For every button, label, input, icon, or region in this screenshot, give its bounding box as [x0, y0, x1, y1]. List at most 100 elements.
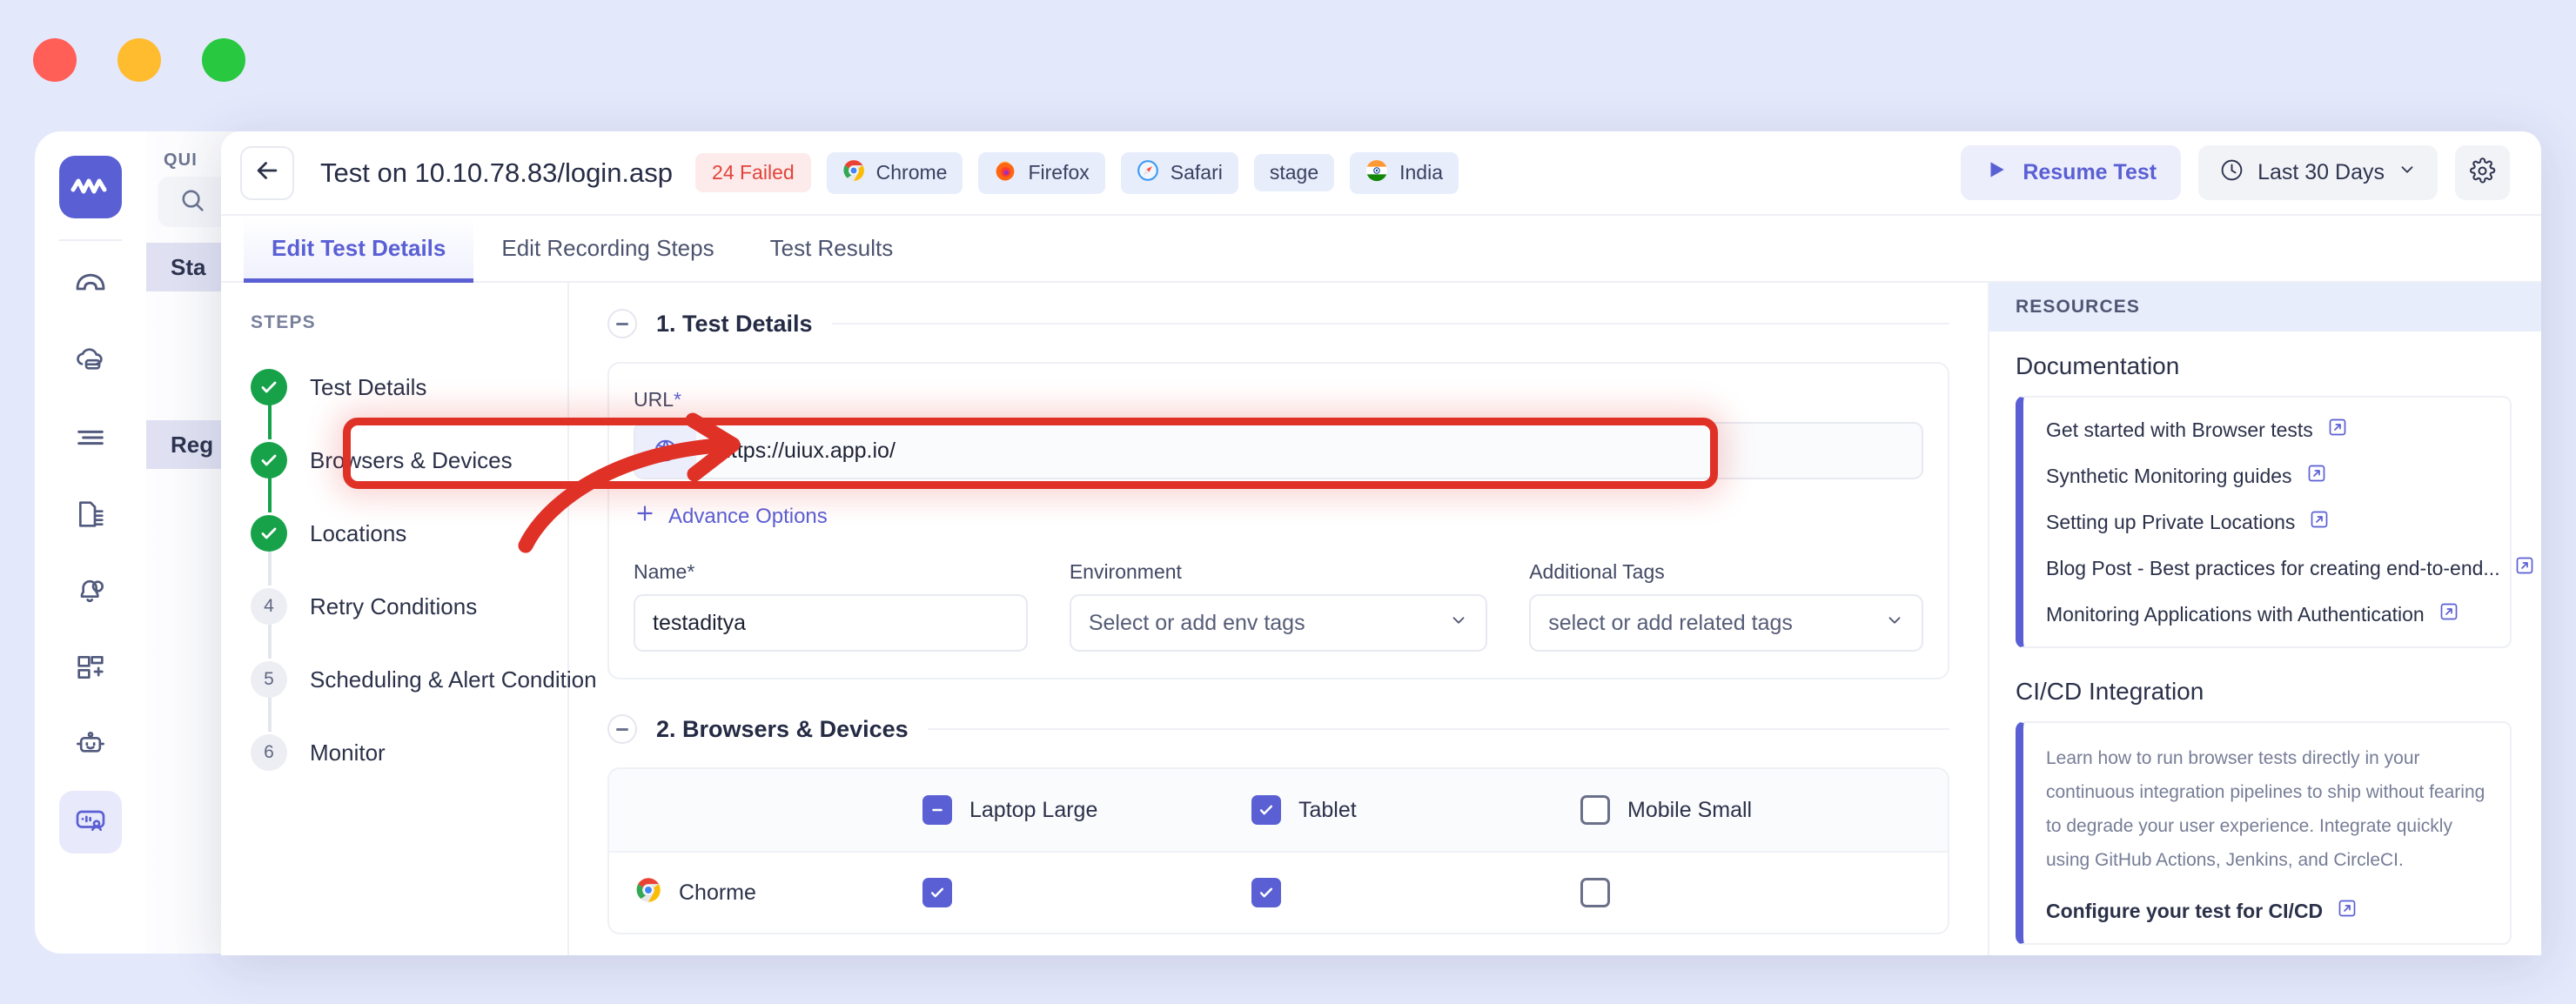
documentation-link[interactable]: Synthetic Monitoring guides	[2046, 463, 2491, 489]
minimize-window-button[interactable]	[117, 38, 161, 82]
step-label: Retry Conditions	[310, 593, 477, 620]
status-badge: 24 Failed	[695, 153, 811, 192]
step-number: 6	[251, 734, 287, 771]
step-number: 4	[251, 588, 287, 625]
additional-tags-select[interactable]: select or add related tags	[1529, 594, 1923, 652]
chip-safari[interactable]: Safari	[1121, 152, 1238, 194]
step-item-monitor[interactable]: 6 Monitor	[251, 732, 567, 773]
tab-label: Edit Recording Steps	[501, 235, 714, 262]
name-input[interactable]: testaditya	[634, 594, 1028, 652]
step-item-retry-conditions[interactable]: 4 Retry Conditions	[251, 586, 567, 627]
environment-placeholder: Select or add env tags	[1089, 611, 1305, 636]
step-item-browsers-devices[interactable]: Browsers & Devices	[251, 439, 567, 481]
test-meta-fields: Name* testaditya Environment Select or a…	[634, 560, 1923, 652]
name-field-group: Name* testaditya	[634, 560, 1028, 652]
step-connector	[268, 476, 272, 512]
chevron-down-icon	[1885, 611, 1904, 635]
chip-firefox[interactable]: Firefox	[978, 152, 1104, 194]
steps-heading: STEPS	[251, 312, 567, 333]
device-column-mobile-small[interactable]: Mobile Small	[1580, 795, 1909, 825]
step-item-scheduling-alert-condition[interactable]: 5Scheduling & Alert Condition	[251, 659, 567, 700]
device-label: Laptop Large	[969, 798, 1097, 823]
cell-laptop-large[interactable]	[922, 878, 1251, 907]
tab-bar: Edit Test Details Edit Recording Steps T…	[221, 216, 2541, 283]
documentation-link[interactable]: Monitoring Applications with Authenticat…	[2046, 601, 2491, 627]
test-editor-modal: Test on 10.10.78.83/login.asp 24 Failed …	[221, 131, 2541, 955]
step-label: Monitor	[310, 740, 386, 766]
modal-body: STEPS Test Details Browsers & Devices Loca…	[221, 283, 2541, 955]
chip-label: Firefox	[1028, 161, 1089, 184]
checkbox-tablet[interactable]	[1251, 795, 1281, 825]
step-label: Browsers & Devices	[310, 447, 513, 474]
external-link-icon	[2514, 555, 2535, 581]
device-label: Mobile Small	[1627, 798, 1752, 823]
environment-select[interactable]: Select or add env tags	[1070, 594, 1487, 652]
sidebar-item-synthetic-monitoring[interactable]	[59, 791, 122, 853]
sidebar-item-automation[interactable]	[59, 714, 122, 777]
checkbox-chrome-tablet[interactable]	[1251, 878, 1281, 907]
section-header-test-details: 1. Test Details	[607, 309, 1949, 338]
tab-edit-test-details[interactable]: Edit Test Details	[244, 216, 473, 281]
collapse-toggle-browsers-devices[interactable]	[607, 714, 637, 744]
resume-test-button[interactable]: Resume Test	[1961, 145, 2181, 200]
chip-environment[interactable]: stage	[1254, 154, 1334, 191]
external-link-icon	[2438, 601, 2459, 627]
external-link-icon	[2309, 509, 2330, 535]
external-link-icon	[2337, 898, 2358, 924]
name-label: Name*	[634, 560, 1028, 584]
safari-icon	[1137, 159, 1159, 187]
checkbox-chrome-laptop-large[interactable]	[922, 878, 952, 907]
tab-test-results[interactable]: Test Results	[742, 216, 922, 281]
gear-icon	[2469, 157, 2496, 189]
checkbox-laptop-large[interactable]	[922, 795, 952, 825]
step-item-test-details[interactable]: Test Details	[251, 366, 567, 408]
close-window-button[interactable]	[33, 38, 77, 82]
section-title: 2. Browsers & Devices	[656, 716, 909, 743]
search-icon	[178, 185, 207, 219]
chrome-icon	[842, 159, 865, 187]
back-button[interactable]	[240, 146, 294, 200]
settings-button[interactable]	[2455, 145, 2510, 200]
product-logo[interactable]	[59, 156, 122, 218]
step-label: Scheduling & Alert Condition	[310, 666, 597, 693]
documentation-link[interactable]: Get started with Browser tests	[2046, 417, 2491, 443]
chip-location-india[interactable]: India	[1350, 152, 1459, 194]
step-item-locations[interactable]: Locations	[251, 512, 567, 554]
date-range-selector[interactable]: Last 30 Days	[2198, 145, 2438, 200]
sidebar-item-integrations[interactable]	[59, 331, 122, 394]
sidebar-item-home[interactable]	[59, 255, 122, 318]
cicd-description: Learn how to run browser tests directly …	[2046, 742, 2491, 877]
step-check-icon	[251, 442, 287, 479]
sidebar-item-reports[interactable]	[59, 485, 122, 547]
cell-mobile-small[interactable]	[1580, 878, 1909, 907]
sidebar-item-alerts[interactable]	[59, 561, 122, 624]
left-icon-rail	[35, 131, 146, 954]
checkbox-chrome-mobile-small[interactable]	[1580, 878, 1610, 907]
sidebar-item-dashboards[interactable]	[59, 638, 122, 700]
checkbox-mobile-small[interactable]	[1580, 795, 1610, 825]
tab-label: Test Results	[770, 235, 894, 262]
step-connector	[268, 403, 272, 439]
cicd-configure-link[interactable]: Configure your test for CI/CD	[2046, 898, 2491, 924]
tab-edit-recording-steps[interactable]: Edit Recording Steps	[473, 216, 741, 281]
rail-divider	[59, 239, 122, 241]
documentation-link[interactable]: Blog Post - Best practices for creating …	[2046, 555, 2491, 581]
chip-chrome[interactable]: Chrome	[827, 152, 963, 194]
firefox-icon	[994, 159, 1016, 187]
url-input[interactable]: https://uiux.app.io/	[634, 422, 1923, 479]
app-window: QUI Sta Reg Test on 10.10.78.83/login.as…	[0, 0, 2576, 1004]
documentation-link-label: Blog Post - Best practices for creating …	[2046, 557, 2500, 580]
zoom-window-button[interactable]	[202, 38, 245, 82]
resume-test-label: Resume Test	[2023, 160, 2157, 185]
cell-tablet[interactable]	[1251, 878, 1580, 907]
india-flag-icon	[1365, 159, 1388, 187]
collapse-toggle-test-details[interactable]	[607, 309, 637, 338]
advance-options-toggle[interactable]: Advance Options	[634, 502, 1923, 531]
advance-options-label: Advance Options	[668, 505, 828, 529]
sidebar-item-logs[interactable]	[59, 408, 122, 471]
table-row: Chorme	[609, 853, 1948, 933]
device-column-tablet[interactable]: Tablet	[1251, 795, 1580, 825]
steps-sidebar: STEPS Test Details Browsers & Devices Loca…	[221, 283, 569, 955]
device-column-laptop-large[interactable]: Laptop Large	[922, 795, 1251, 825]
documentation-link[interactable]: Setting up Private Locations	[2046, 509, 2491, 535]
